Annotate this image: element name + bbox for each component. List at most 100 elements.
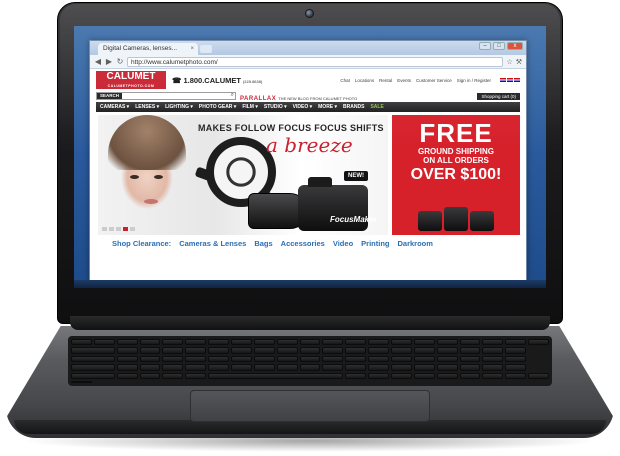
flag-icon[interactable] xyxy=(514,77,520,82)
keyboard-key xyxy=(413,339,435,346)
model-eye xyxy=(154,175,163,179)
browser-window: Digital Cameras, lenses... × – □ x ◀ ▶ ↻… xyxy=(89,40,527,282)
keyboard-key xyxy=(391,364,412,371)
clearance-link-bags[interactable]: Bags xyxy=(254,239,272,248)
clearance-link-darkroom[interactable]: Darkroom xyxy=(398,239,433,248)
keyboard-key xyxy=(345,372,367,379)
keyboard-key xyxy=(322,355,344,363)
top-link-locations[interactable]: Locations xyxy=(355,78,374,83)
model-eye xyxy=(130,175,139,179)
hero-banner[interactable]: MAKES FOLLOW FOCUS FOCUS SHIFTS a breeze… xyxy=(98,115,388,235)
browser-tab-strip: Digital Cameras, lenses... × – □ x xyxy=(90,41,526,55)
logo-text: CALUMET xyxy=(106,71,156,82)
calumet-logo[interactable]: CALUMET CALUMETPHOTO.COM xyxy=(96,71,166,89)
close-button[interactable]: x xyxy=(507,42,523,50)
parallax-title: PARALLAX xyxy=(240,96,277,102)
shopping-cart-button[interactable]: Shopping cart (0) xyxy=(477,92,520,100)
keyboard-key xyxy=(528,339,549,346)
keyboard-key xyxy=(505,355,527,363)
clearance-link-accessories[interactable]: Accessories xyxy=(281,239,325,248)
keyboard-key xyxy=(391,355,412,363)
carousel-dot-active[interactable] xyxy=(123,227,128,231)
keyboard-key xyxy=(116,347,138,354)
reload-icon[interactable]: ↻ xyxy=(116,57,124,66)
promo-over-amount: OVER $100! xyxy=(410,166,502,183)
carousel-dot[interactable] xyxy=(109,227,114,231)
tab-close-icon[interactable]: × xyxy=(190,43,194,55)
keyboard-key xyxy=(208,372,344,379)
keyboard-key xyxy=(459,372,481,379)
keyboard-key xyxy=(162,372,184,379)
nav-item-lenses[interactable]: LENSES ▾ xyxy=(135,104,159,110)
top-link-sign-in[interactable]: Sign in / Register xyxy=(457,78,491,83)
flag-icon[interactable] xyxy=(507,77,513,82)
address-bar[interactable]: http://www.calumetphoto.com/ xyxy=(127,56,504,67)
new-tab-button[interactable] xyxy=(200,45,212,53)
keyboard-key xyxy=(436,355,458,363)
keyboard-key xyxy=(482,339,504,346)
promo-cameras-image xyxy=(414,201,498,231)
nav-item-sale[interactable]: SALE xyxy=(370,104,383,110)
top-link-chat[interactable]: Chat xyxy=(340,78,350,83)
minimize-button[interactable]: – xyxy=(479,42,491,50)
logo-subtext: CALUMETPHOTO.COM xyxy=(107,84,155,88)
browser-tab[interactable]: Digital Cameras, lenses... × xyxy=(98,43,198,55)
keyboard-key xyxy=(299,339,321,346)
nav-item-studio[interactable]: STUDIO ▾ xyxy=(264,104,287,110)
carousel-dot[interactable] xyxy=(116,227,121,231)
laptop-base-edge xyxy=(14,420,606,434)
keyboard-key xyxy=(231,339,252,346)
nav-item-video[interactable]: VIDEO ▾ xyxy=(293,104,312,110)
keyboard-key xyxy=(253,339,275,346)
flag-icon[interactable] xyxy=(500,77,506,82)
top-link-customer-service[interactable]: Customer Service xyxy=(416,78,452,83)
forward-arrow-icon[interactable]: ▶ xyxy=(105,57,113,66)
top-link-events[interactable]: Events xyxy=(397,78,411,83)
keyboard-key xyxy=(391,339,412,346)
carousel-dot[interactable] xyxy=(102,227,107,231)
keyboard-key xyxy=(71,364,115,371)
search-icon[interactable]: ⌕ xyxy=(231,92,234,98)
carousel-dots xyxy=(102,227,135,231)
maximize-button[interactable]: □ xyxy=(493,42,505,50)
back-arrow-icon[interactable]: ◀ xyxy=(94,57,102,66)
model-lips xyxy=(144,199,158,204)
nav-item-brands[interactable]: BRANDS xyxy=(343,104,364,110)
wrench-icon[interactable]: ⚒ xyxy=(516,58,522,66)
keyboard-key xyxy=(345,364,367,371)
carousel-dot[interactable] xyxy=(130,227,135,231)
keyboard-key xyxy=(208,347,229,354)
clearance-link-printing[interactable]: Printing xyxy=(361,239,389,248)
keyboard-key xyxy=(162,339,184,346)
keyboard-key xyxy=(185,339,207,346)
keyboard-key xyxy=(368,339,389,346)
search-input[interactable]: SEARCH ⌕ xyxy=(96,92,236,100)
bookmark-star-icon[interactable]: ☆ xyxy=(506,58,512,66)
camera-image xyxy=(444,207,468,231)
keyboard-key xyxy=(253,355,275,363)
keyboard-key xyxy=(345,347,367,354)
keyboard-key xyxy=(162,355,184,363)
top-link-rental[interactable]: Rental xyxy=(379,78,392,83)
keyboard-key xyxy=(116,339,138,346)
keyboard-key xyxy=(116,372,138,379)
keyboard-key xyxy=(482,347,504,354)
banner-headline: MAKES FOLLOW FOCUS FOCUS SHIFTS xyxy=(198,123,384,133)
keyboard-key xyxy=(436,364,458,371)
nav-item-more[interactable]: MORE ▾ xyxy=(318,104,337,110)
nav-item-film[interactable]: FILM ▾ xyxy=(242,104,258,110)
laptop-screen: Digital Cameras, lenses... × – □ x ◀ ▶ ↻… xyxy=(74,26,546,288)
top-links: Chat Locations Rental Events Customer Se… xyxy=(340,77,520,83)
nav-item-lighting[interactable]: LIGHTING ▾ xyxy=(165,104,193,110)
keyboard-key xyxy=(208,364,229,371)
desktop-taskbar xyxy=(74,280,546,288)
clearance-link-video[interactable]: Video xyxy=(333,239,353,248)
keyboard-key xyxy=(71,339,92,346)
nav-item-photo-gear[interactable]: PHOTO GEAR ▾ xyxy=(199,104,236,110)
clearance-link-cameras-lenses[interactable]: Cameras & Lenses xyxy=(179,239,246,248)
keyboard-key xyxy=(71,347,115,354)
promo-on-all-orders: ON ALL ORDERS xyxy=(423,156,489,165)
parallax-promo[interactable]: PARALLAX THE NEW BLOG FROM CALUMET PHOTO xyxy=(240,87,357,105)
free-shipping-promo[interactable]: FREE GROUND SHIPPING ON ALL ORDERS OVER … xyxy=(392,115,520,235)
nav-item-cameras[interactable]: CAMERAS ▾ xyxy=(100,104,129,110)
